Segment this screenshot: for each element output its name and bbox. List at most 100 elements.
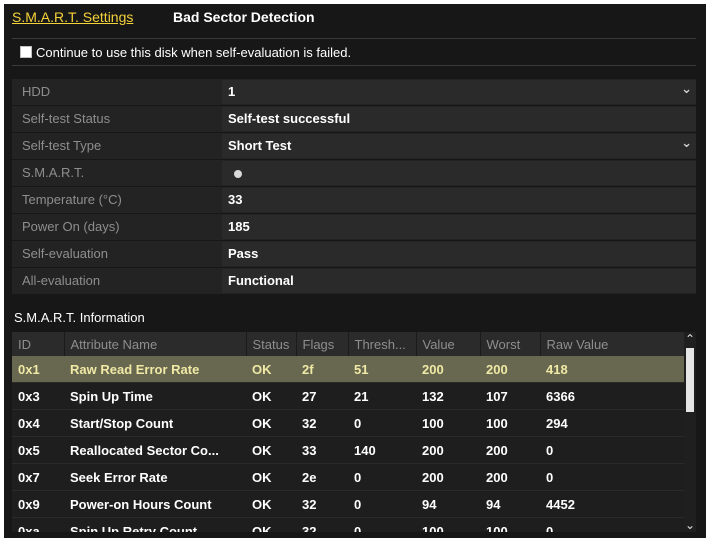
temperature-value: 33 xyxy=(222,188,696,212)
column-header-id[interactable]: ID xyxy=(12,332,65,356)
self-evaluation-label: Self-evaluation xyxy=(22,246,108,261)
table-row[interactable]: 0x3 Spin Up Time OK 27 21 132 107 6366 xyxy=(12,382,684,410)
threshold-cell: 51 xyxy=(354,361,369,377)
flags-cell: 33 xyxy=(302,442,317,458)
raw-value-cell: 0 xyxy=(546,442,554,458)
id-cell: 0x5 xyxy=(18,442,40,458)
raw-value-cell: 6366 xyxy=(546,388,575,404)
smart-test-row: S.M.A.R.T. xyxy=(12,160,696,186)
settings-list: HDD 1 Self-test Status Self-test success… xyxy=(12,77,696,295)
status-cell: OK xyxy=(252,442,272,458)
self-test-status-label: Self-test Status xyxy=(22,111,111,126)
table-row[interactable]: 0x4 Start/Stop Count OK 32 0 100 100 294 xyxy=(12,409,684,437)
smart-test-value xyxy=(222,161,696,185)
tab-smart-settings[interactable]: S.M.A.R.T. Settings xyxy=(12,9,133,25)
worst-cell: 94 xyxy=(486,496,501,512)
value-cell: 100 xyxy=(422,415,444,431)
smart-test-label: S.M.A.R.T. xyxy=(22,165,85,180)
status-cell: OK xyxy=(252,523,272,533)
scroll-down-icon[interactable]: ⌄ xyxy=(684,518,696,532)
status-cell: OK xyxy=(252,388,272,404)
raw-value-cell: 4452 xyxy=(546,496,575,512)
smart-settings-panel: S.M.A.R.T. Settings Bad Sector Detection… xyxy=(4,4,706,538)
table-row[interactable]: 0x7 Seek Error Rate OK 2e 0 200 200 0 xyxy=(12,463,684,491)
column-header-attribute-name[interactable]: Attribute Name xyxy=(64,332,247,356)
worst-cell: 107 xyxy=(486,388,508,404)
hdd-row: HDD 1 xyxy=(12,77,696,105)
attribute-name-cell: Raw Read Error Rate xyxy=(70,361,200,377)
id-cell: 0x1 xyxy=(18,361,40,377)
id-cell: 0x7 xyxy=(18,469,40,485)
continue-option-row: Continue to use this disk when self-eval… xyxy=(12,38,696,66)
table-row[interactable]: 0xa Spin Up Retry Count OK 32 0 100 100 0 xyxy=(12,517,684,533)
threshold-cell: 0 xyxy=(354,496,362,512)
tab-bad-sector-detection[interactable]: Bad Sector Detection xyxy=(173,9,315,25)
column-header-status[interactable]: Status xyxy=(246,332,297,356)
attribute-name-cell: Spin Up Time xyxy=(70,388,153,404)
smart-information-table: ID Attribute Name Status Flags Thresh...… xyxy=(12,332,696,532)
power-on-label: Power On (days) xyxy=(22,219,120,234)
hdd-label: HDD xyxy=(22,84,51,99)
threshold-cell: 0 xyxy=(354,469,362,485)
threshold-cell: 21 xyxy=(354,388,369,404)
attribute-name-cell: Seek Error Rate xyxy=(70,469,168,485)
value-cell: 100 xyxy=(422,523,444,533)
table-body: 0x1 Raw Read Error Rate OK 2f 51 200 200 418 0x3… xyxy=(12,356,684,532)
column-header-threshold[interactable]: Thresh... xyxy=(348,332,417,356)
flags-cell: 32 xyxy=(302,496,317,512)
status-cell: OK xyxy=(252,361,272,377)
raw-value-cell: 0 xyxy=(546,469,554,485)
flags-cell: 2f xyxy=(302,361,314,377)
flags-cell: 2e xyxy=(302,469,317,485)
all-evaluation-row: All-evaluation Functional xyxy=(12,268,696,294)
status-cell: OK xyxy=(252,496,272,512)
attribute-name-cell: Power-on Hours Count xyxy=(70,496,212,512)
tab-bar: S.M.A.R.T. Settings Bad Sector Detection xyxy=(4,4,706,32)
all-evaluation-value: Functional xyxy=(222,269,696,293)
id-cell: 0x4 xyxy=(18,415,40,431)
continue-checkbox[interactable] xyxy=(20,46,32,58)
scroll-up-icon[interactable]: ⌃ xyxy=(684,332,696,346)
attribute-name-cell: Start/Stop Count xyxy=(70,415,174,431)
self-test-type-row: Self-test Type Short Test xyxy=(12,131,696,159)
self-test-status-value: Self-test successful xyxy=(222,107,696,131)
value-cell: 132 xyxy=(422,388,444,404)
table-row[interactable]: 0x5 Reallocated Sector Co... OK 33 140 200 200… xyxy=(12,436,684,464)
table-scrollbar[interactable]: ⌃ ⌄ xyxy=(684,332,696,532)
table-row[interactable]: 0x1 Raw Read Error Rate OK 2f 51 200 200 418 xyxy=(12,356,684,383)
self-test-type-label: Self-test Type xyxy=(22,138,102,153)
self-test-status-row: Self-test Status Self-test successful xyxy=(12,106,696,132)
hdd-select[interactable]: 1 xyxy=(222,77,696,104)
column-header-value[interactable]: Value xyxy=(416,332,481,356)
power-on-value: 185 xyxy=(222,215,696,239)
raw-value-cell: 0 xyxy=(546,523,554,533)
power-on-row: Power On (days) 185 xyxy=(12,214,696,240)
column-header-flags[interactable]: Flags xyxy=(296,332,349,356)
threshold-cell: 0 xyxy=(354,415,362,431)
value-cell: 200 xyxy=(422,361,444,377)
id-cell: 0x3 xyxy=(18,388,40,404)
temperature-row: Temperature (°C) 33 xyxy=(12,187,696,213)
status-cell: OK xyxy=(252,415,272,431)
smart-information-title: S.M.A.R.T. Information xyxy=(14,310,145,325)
worst-cell: 200 xyxy=(486,361,508,377)
value-cell: 200 xyxy=(422,442,444,458)
id-cell: 0x9 xyxy=(18,496,40,512)
smart-test-start-icon[interactable] xyxy=(234,169,242,178)
worst-cell: 200 xyxy=(486,442,508,458)
id-cell: 0xa xyxy=(18,523,40,533)
threshold-cell: 0 xyxy=(354,523,362,533)
attribute-name-cell: Spin Up Retry Count xyxy=(70,523,198,533)
status-cell: OK xyxy=(252,469,272,485)
threshold-cell: 140 xyxy=(354,442,376,458)
column-header-raw-value[interactable]: Raw Value xyxy=(540,332,685,356)
value-cell: 200 xyxy=(422,469,444,485)
self-test-type-select[interactable]: Short Test xyxy=(222,131,696,158)
flags-cell: 27 xyxy=(302,388,317,404)
scroll-thumb[interactable] xyxy=(686,348,694,412)
column-header-worst[interactable]: Worst xyxy=(480,332,541,356)
attribute-name-cell: Reallocated Sector Co... xyxy=(70,442,219,458)
raw-value-cell: 294 xyxy=(546,415,568,431)
table-row[interactable]: 0x9 Power-on Hours Count OK 32 0 94 94 4452 xyxy=(12,490,684,518)
table-header-row: ID Attribute Name Status Flags Thresh...… xyxy=(12,332,685,356)
